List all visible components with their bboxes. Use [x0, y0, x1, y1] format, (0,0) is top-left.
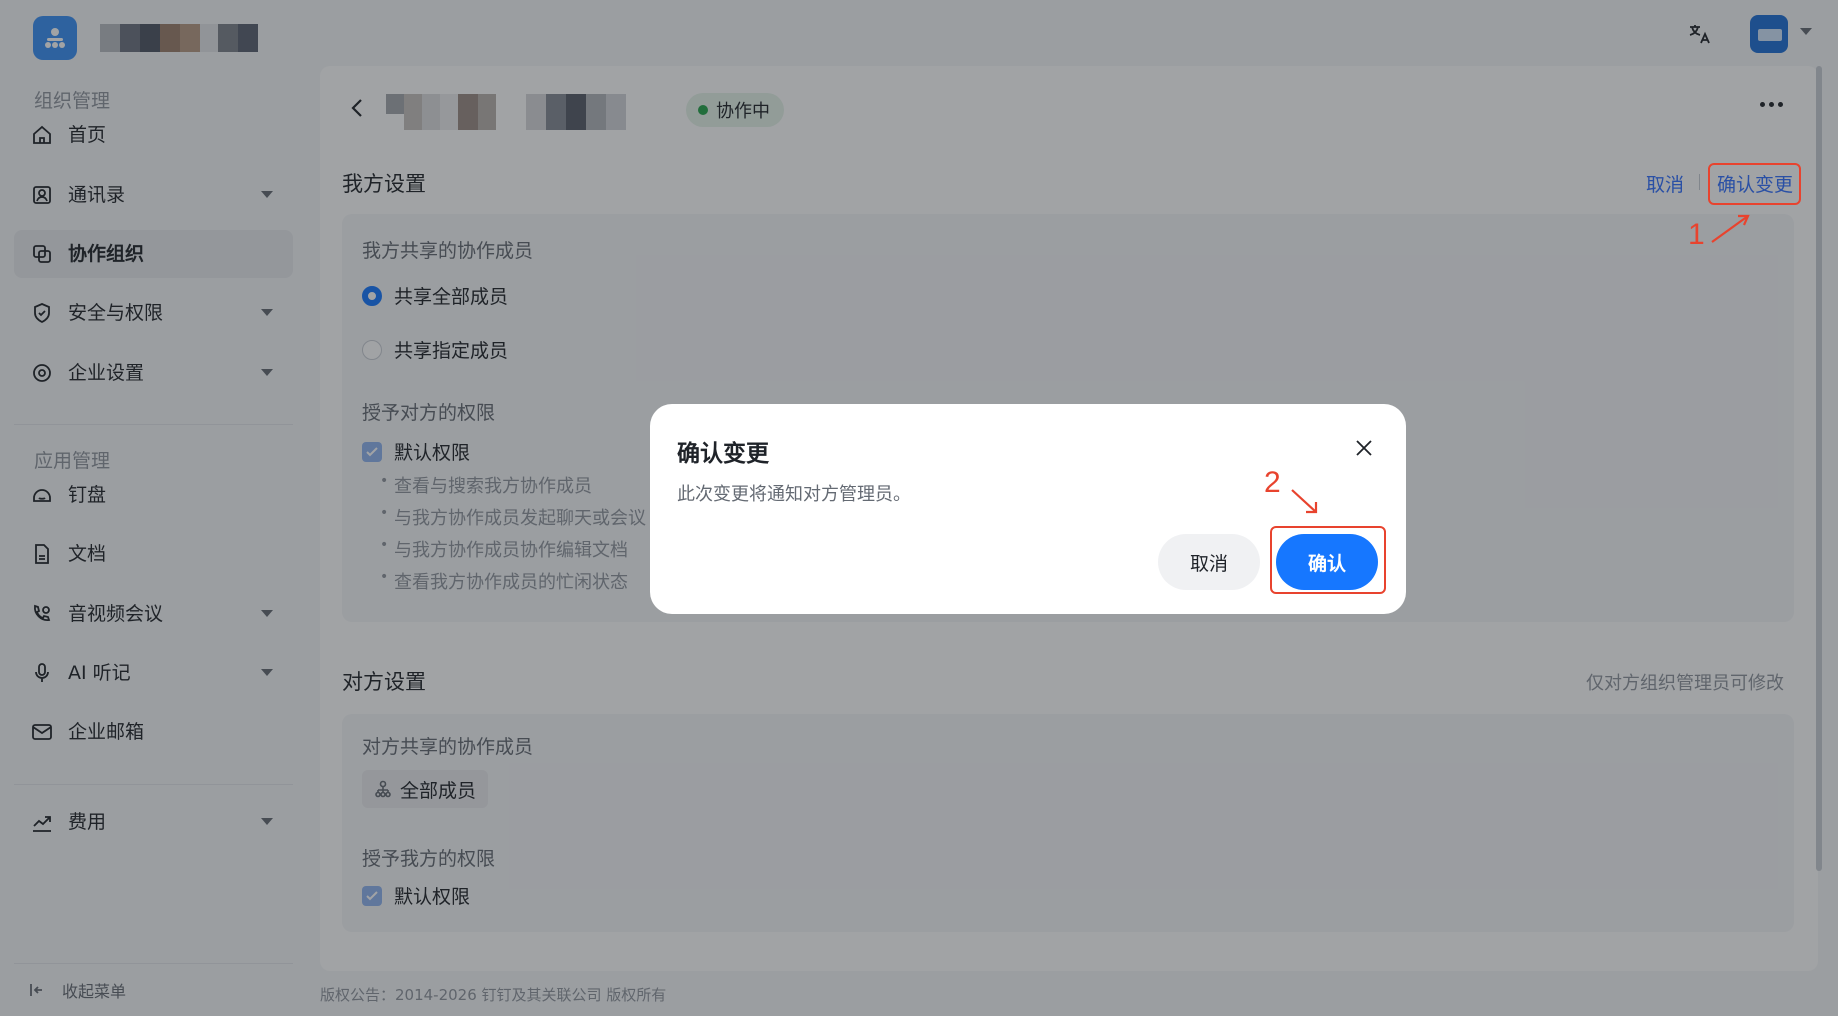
annotation-number-step1: 1	[1688, 218, 1705, 251]
annotation-box-step2	[1270, 526, 1386, 594]
annotation-arrow-step1	[1711, 214, 1750, 243]
annotation-number-step2: 2	[1264, 466, 1281, 499]
annotation-arrow-step2	[1291, 489, 1318, 514]
close-icon[interactable]	[1352, 436, 1376, 460]
dialog-description: 此次变更将通知对方管理员。	[677, 484, 911, 505]
dialog-cancel-button[interactable]: 取消	[1158, 534, 1260, 590]
annotation-box-step1	[1708, 163, 1801, 205]
dialog-title: 确认变更	[677, 441, 769, 467]
